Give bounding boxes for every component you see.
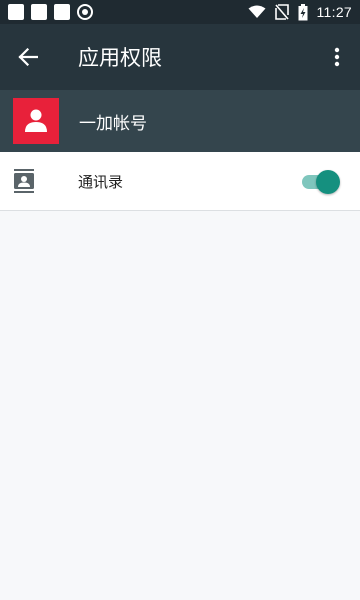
empty-content-area [0,212,360,600]
contacts-icon [12,168,36,194]
account-header: 一加帐号 [0,90,360,152]
person-icon [25,109,47,132]
app-bar: 应用权限 [0,24,360,90]
battery-charging-icon [298,3,307,20]
more-vert-icon [334,47,340,67]
status-bar-system: 11:27 [248,3,353,21]
page-title: 应用权限 [78,46,162,70]
permission-label: 通讯录 [78,172,124,191]
permission-row-contacts[interactable]: 通讯录 [0,152,360,211]
back-button[interactable] [0,24,56,90]
status-bar-notifications [8,4,93,20]
status-time: 11:27 [316,4,352,20]
no-sim-icon [274,4,289,20]
avatar [13,98,59,144]
account-label: 一加帐号 [79,113,147,134]
notification-square-icon [8,4,24,20]
toggle-thumb [316,170,340,194]
wifi-icon [248,5,265,18]
overflow-menu-button[interactable] [326,41,348,73]
notification-square-icon [31,4,47,20]
shield-icon [77,4,93,20]
status-bar: 11:27 [0,0,360,24]
arrow-back-icon [18,48,38,66]
notification-square-icon [54,4,70,20]
permission-toggle[interactable] [300,170,340,194]
